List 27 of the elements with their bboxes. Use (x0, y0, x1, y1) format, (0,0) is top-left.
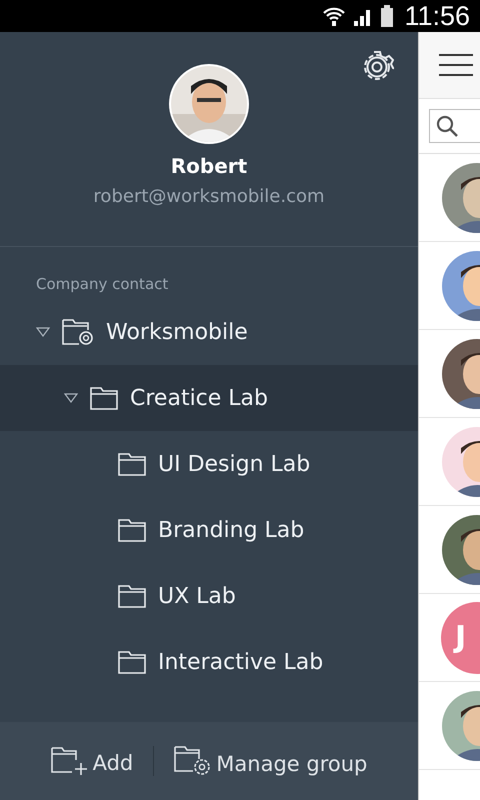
folder-icon (118, 518, 146, 542)
tree-item[interactable]: UI Design Lab (0, 431, 418, 497)
folder-gear-icon (174, 746, 212, 776)
wifi-icon (322, 5, 346, 27)
folder-icon (118, 584, 146, 608)
clock-time: 11:56 (404, 0, 470, 32)
add-group-button[interactable]: Add (42, 747, 142, 775)
initial-avatar: J (441, 602, 480, 674)
menu-icon (439, 53, 473, 77)
tree-item[interactable]: Worksmobile (0, 299, 418, 365)
search-icon (436, 115, 458, 137)
menu-button[interactable] (439, 53, 473, 77)
expanded-caret-icon[interactable] (36, 327, 50, 337)
profile-name: Robert (170, 154, 248, 178)
battery-icon (380, 5, 394, 27)
folder-icon (118, 452, 146, 476)
tree-item[interactable]: Branding Lab (0, 497, 418, 563)
folder-icon (90, 386, 118, 410)
profile-email: robert@worksmobile.com (93, 186, 325, 207)
manage-group-button[interactable]: Manage group (166, 746, 376, 776)
expanded-caret-icon[interactable] (64, 393, 78, 403)
tree-item[interactable]: Creatice Lab (0, 365, 418, 431)
tree-item[interactable]: UX Lab (0, 563, 418, 629)
tree-item[interactable]: Interactive Lab (0, 629, 418, 695)
section-label: Company contact (35, 274, 170, 295)
folder-plus-icon (50, 747, 89, 775)
folder-icon (118, 650, 146, 674)
